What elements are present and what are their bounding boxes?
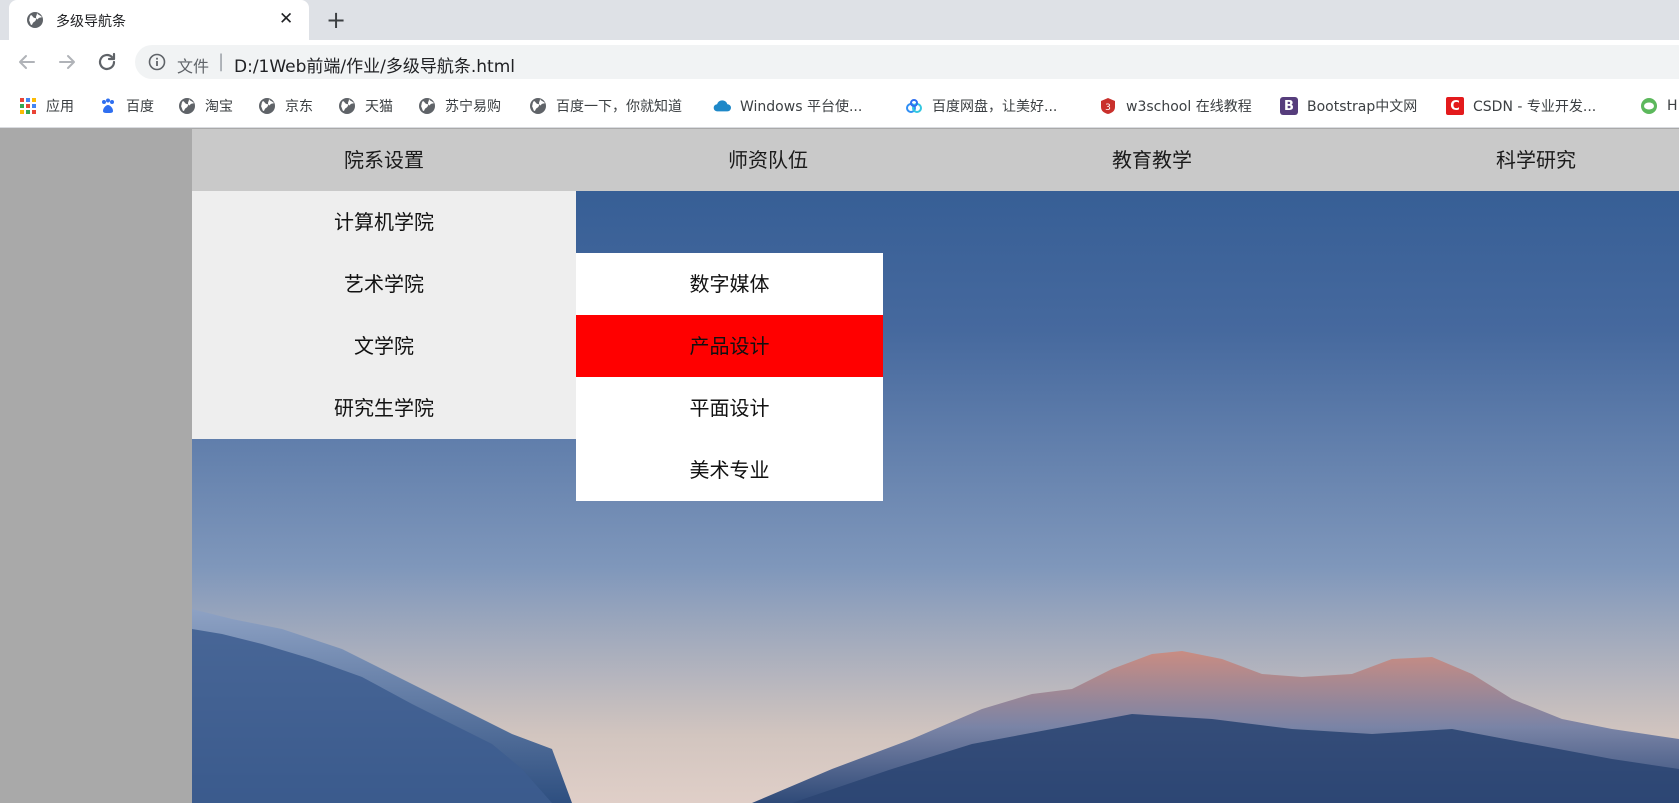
- csdn-icon: C: [1446, 97, 1464, 115]
- bookmark-baidu-search[interactable]: 百度一下，你就知道: [529, 94, 682, 118]
- tab-title: 多级导航条: [56, 14, 126, 30]
- bookmark-label: 苏宁易购: [445, 99, 501, 115]
- bookmark-overflow[interactable]: H: [1640, 94, 1678, 118]
- url-text[interactable]: D:/1Web前端/作业/多级导航条.html: [234, 52, 515, 77]
- bookmark-label: CSDN - 专业开发...: [1473, 99, 1597, 115]
- address-bar[interactable]: 文件 | D:/1Web前端/作业/多级导航条.html: [135, 45, 1679, 79]
- bookmark-csdn[interactable]: C CSDN - 专业开发...: [1446, 94, 1596, 118]
- close-icon[interactable]: ✕: [279, 9, 293, 29]
- bookmark-bootstrap[interactable]: B Bootstrap中文网: [1280, 94, 1417, 118]
- back-arrow-icon[interactable]: [15, 50, 39, 74]
- globe-icon: [418, 97, 436, 115]
- bookmark-label: Bootstrap中文网: [1307, 99, 1418, 115]
- bookmark-windows[interactable]: Windows 平台使...: [713, 94, 862, 118]
- bookmark-taobao[interactable]: 淘宝: [178, 94, 233, 118]
- bookmark-label: w3school 在线教程: [1126, 99, 1252, 115]
- submenu-departments: 计算机学院 艺术学院 文学院 研究生学院: [192, 191, 576, 439]
- globe-icon: [338, 97, 356, 115]
- baidu-paw-icon: [99, 97, 117, 115]
- apps-grid-icon: [19, 97, 37, 115]
- address-separator: |: [218, 51, 225, 72]
- subsubmenu-item-product-design[interactable]: 产品设计: [576, 315, 883, 377]
- svg-text:3: 3: [1105, 103, 1111, 113]
- nav-item-research[interactable]: 科学研究: [1344, 129, 1679, 191]
- bookmarks-bar: 应用 百度 淘宝 京东 天猫 苏宁易购 百度一下，你就知道 Windows 平台…: [0, 84, 1679, 128]
- submenu-item-graduate[interactable]: 研究生学院: [192, 377, 576, 439]
- globe-icon: [178, 97, 196, 115]
- tab-strip: 多级导航条 ✕ +: [0, 0, 1679, 40]
- submenu-art-majors: 数字媒体 产品设计 平面设计 美术专业: [576, 253, 883, 501]
- browser-tab[interactable]: 多级导航条 ✕: [9, 0, 309, 40]
- subsubmenu-item-digital-media[interactable]: 数字媒体: [576, 253, 883, 315]
- submenu-item-art[interactable]: 艺术学院: [192, 253, 576, 315]
- reload-icon[interactable]: [95, 50, 119, 74]
- bookmark-baidu-netdisk[interactable]: 百度网盘，让美好...: [905, 94, 1057, 118]
- forward-arrow-icon[interactable]: [55, 50, 79, 74]
- main-nav: 院系设置 师资队伍 教育教学 科学研究: [192, 129, 1679, 191]
- w3school-icon: 3: [1099, 97, 1117, 115]
- nav-item-departments[interactable]: 院系设置: [192, 129, 576, 191]
- bookmark-label: 天猫: [365, 99, 393, 115]
- globe-icon: [27, 12, 43, 28]
- bookmark-suning[interactable]: 苏宁易购: [418, 94, 501, 118]
- nav-item-faculty[interactable]: 师资队伍: [576, 129, 960, 191]
- new-tab-button[interactable]: +: [326, 6, 346, 34]
- cloud-icon: [713, 97, 731, 115]
- bookmark-label: 应用: [46, 99, 74, 115]
- globe-icon: [529, 97, 547, 115]
- subsubmenu-item-fine-arts[interactable]: 美术专业: [576, 439, 883, 501]
- bootstrap-icon: B: [1280, 97, 1298, 115]
- submenu-item-computer[interactable]: 计算机学院: [192, 191, 576, 253]
- bookmark-label: Windows 平台使...: [740, 99, 863, 115]
- bookmark-label: 百度网盘，让美好...: [932, 99, 1058, 115]
- page-viewport: 院系设置 师资队伍 教育教学 科学研究 计算机学院 艺术学院 文学院 研究生学院…: [0, 129, 1679, 803]
- subsubmenu-item-graphic-design[interactable]: 平面设计: [576, 377, 883, 439]
- globe-icon: [258, 97, 276, 115]
- bookmark-label: H: [1667, 98, 1678, 114]
- bookmark-baidu[interactable]: 百度: [99, 94, 154, 118]
- bookmark-apps[interactable]: 应用: [19, 94, 74, 118]
- bookmark-label: 百度一下，你就知道: [556, 99, 682, 115]
- submenu-item-literature[interactable]: 文学院: [192, 315, 576, 377]
- bookmark-label: 百度: [126, 99, 154, 115]
- info-icon[interactable]: [148, 53, 166, 71]
- bookmark-w3school[interactable]: 3 w3school 在线教程: [1099, 94, 1252, 118]
- wechat-icon: [1640, 97, 1658, 115]
- nav-item-education[interactable]: 教育教学: [960, 129, 1344, 191]
- browser-toolbar: 文件 | D:/1Web前端/作业/多级导航条.html: [0, 40, 1679, 84]
- bookmark-tmall[interactable]: 天猫: [338, 94, 393, 118]
- baidu-netdisk-icon: [905, 97, 923, 115]
- bookmark-label: 淘宝: [205, 99, 233, 115]
- bookmark-label: 京东: [285, 99, 313, 115]
- bookmark-jd[interactable]: 京东: [258, 94, 313, 118]
- scheme-label: 文件: [177, 57, 210, 76]
